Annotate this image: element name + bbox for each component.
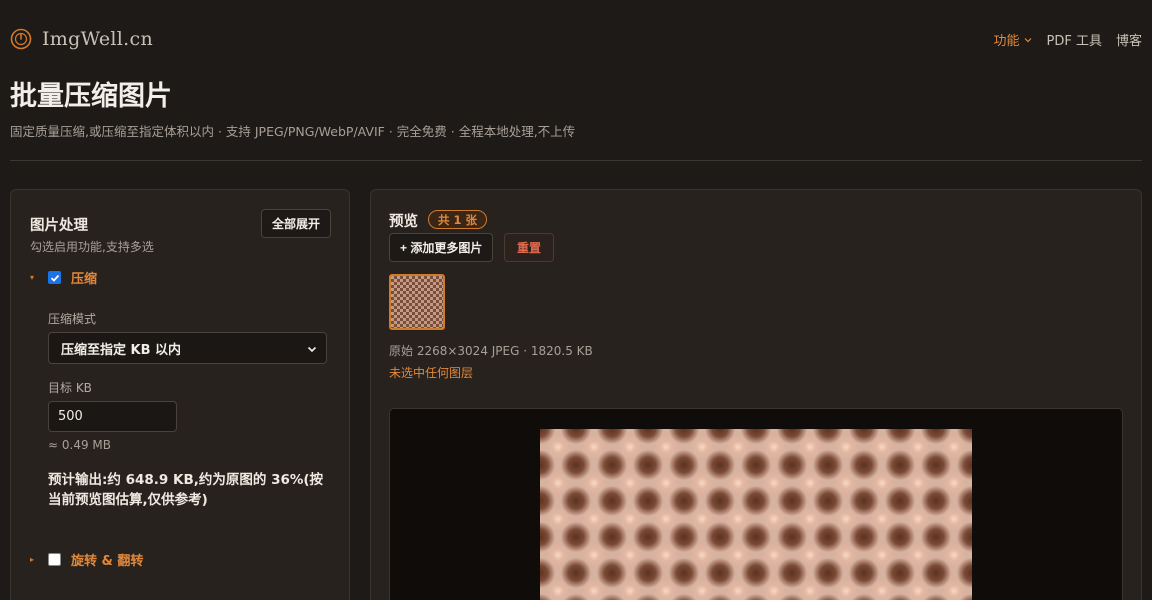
compress-checkbox[interactable]: [48, 271, 61, 284]
target-kb-label: 目标 KB: [48, 381, 92, 395]
brand-logo[interactable]: ImgWell.cn: [10, 28, 153, 50]
add-more-images-button[interactable]: + 添加更多图片: [389, 233, 494, 262]
nav-item-features[interactable]: 功能: [994, 30, 1033, 49]
caret-down-icon[interactable]: ▾: [30, 273, 48, 282]
section-label: 旋转 & 翻转: [71, 554, 144, 569]
section-label: 压缩: [71, 272, 98, 287]
nav-item-label: 功能: [993, 34, 1020, 49]
chevron-down-icon: [1024, 37, 1031, 42]
processing-panel: 图片处理 勾选启用功能,支持多选 全部展开 ▾ 压缩 压缩模式 压缩至指定 KB…: [10, 189, 350, 600]
section-compress[interactable]: ▾ 压缩: [30, 268, 97, 287]
select-value: 压缩至指定 KB 以内: [61, 342, 182, 358]
mode-label: 压缩模式: [48, 312, 97, 326]
compression-mode-select[interactable]: 压缩至指定 KB 以内: [48, 332, 327, 364]
estimate-text: 预计输出:约 648.9 KB,约为原图的 36%(按当前预览图估算,仅供参考): [48, 472, 324, 508]
caret-right-icon[interactable]: ▸: [30, 555, 48, 564]
header-divider: [10, 160, 1142, 161]
site-header: ImgWell.cn 功能 PDF 工具 博客: [10, 24, 1142, 56]
no-layer-selected: 未选中任何图层: [389, 366, 474, 380]
panel-title: 图片处理: [30, 218, 88, 234]
page-title: 批量压缩图片: [10, 81, 172, 112]
check-icon: [50, 274, 59, 282]
compass-circle-icon: [10, 28, 32, 50]
rotate-flip-checkbox[interactable]: [48, 553, 61, 566]
preview-image[interactable]: [540, 429, 972, 600]
nav-item-blog[interactable]: 博客: [1116, 30, 1142, 49]
main-nav: 功能 PDF 工具 博客: [994, 30, 1143, 49]
image-thumbnail[interactable]: [389, 274, 445, 330]
reset-button[interactable]: 重置: [504, 233, 555, 262]
section-rotate-flip[interactable]: ▸ 旋转 & 翻转: [30, 550, 143, 569]
original-info: 原始 2268×3024 JPEG · 1820.5 KB: [389, 344, 593, 358]
expand-all-button[interactable]: 全部展开: [260, 209, 331, 238]
panel-subtitle: 勾选启用功能,支持多选: [30, 240, 154, 254]
page-subtitle: 固定质量压缩,或压缩至指定体积以内 · 支持 JPEG/PNG/WebP/AVI…: [10, 124, 576, 139]
preview-canvas[interactable]: [389, 408, 1123, 600]
nav-item-pdf-tools[interactable]: PDF 工具: [1047, 30, 1102, 49]
mb-hint: ≈ 0.49 MB: [48, 438, 111, 452]
preview-title: 预览: [389, 214, 418, 230]
image-count-badge: 共 1 张: [428, 210, 488, 229]
chevron-down-icon: [307, 346, 317, 353]
preview-panel: 预览 共 1 张 + 添加更多图片 重置 原始 2268×3024 JPEG ·…: [370, 189, 1142, 600]
target-kb-input[interactable]: 500: [48, 401, 177, 432]
brand-name: ImgWell.cn: [42, 28, 153, 50]
